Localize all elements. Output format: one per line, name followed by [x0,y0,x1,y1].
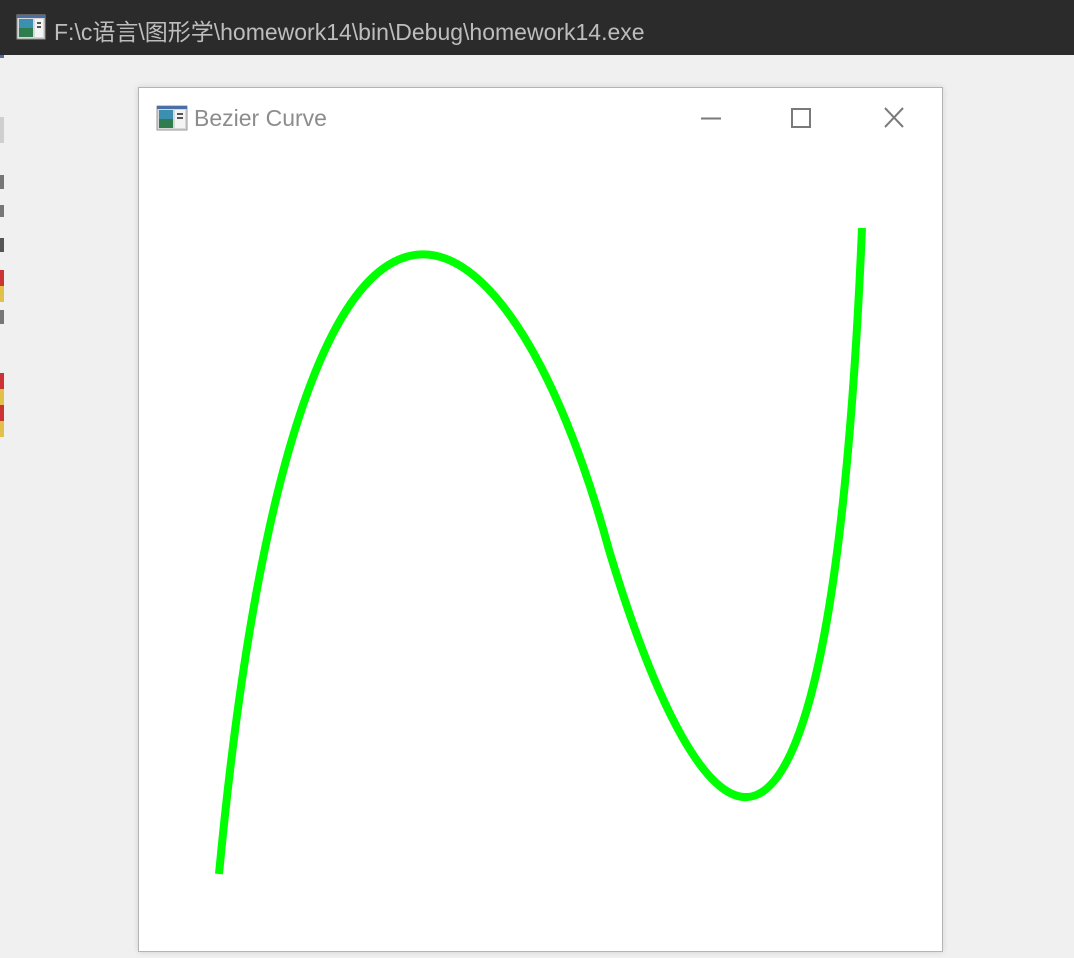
bezier-canvas-svg [215,227,866,875]
drawing-canvas[interactable] [139,150,942,951]
minimize-button[interactable] [666,88,756,150]
app-window-icon [156,105,188,131]
maximize-button[interactable] [756,88,846,150]
console-app-icon [16,14,46,40]
app-titlebar[interactable]: Bezier Curve [139,88,942,150]
bezier-curve [215,227,866,875]
left-edge-strip [0,55,4,958]
close-button[interactable] [849,88,939,150]
console-titlebar: F:\c语言\图形学\homework14\bin\Debug\homework… [0,0,1074,55]
console-window-title: F:\c语言\图形学\homework14\bin\Debug\homework… [54,19,645,45]
bezier-app-window[interactable]: Bezier Curve [138,87,943,952]
app-window-title: Bezier Curve [194,105,327,131]
